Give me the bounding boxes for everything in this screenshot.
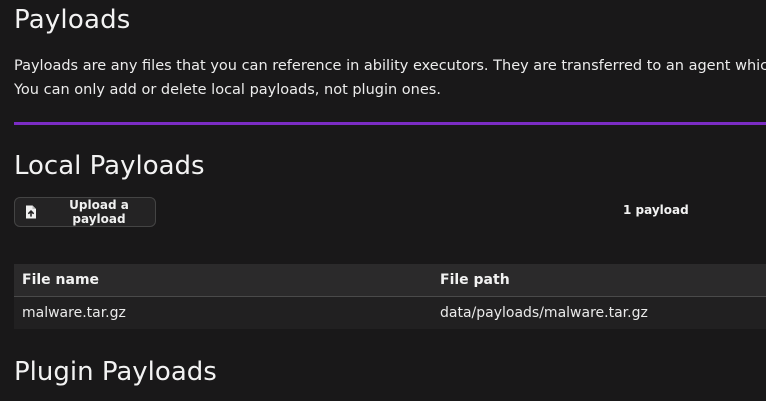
description-line-1: Payloads are any files that you can refe…	[14, 58, 766, 74]
local-payloads-table: File name File path malware.tar.gz data/…	[14, 264, 766, 329]
upload-payload-button[interactable]: Upload a payload	[14, 197, 156, 227]
file-name-cell: malware.tar.gz	[22, 305, 126, 321]
column-header-file-path: File path	[440, 272, 510, 288]
payload-count: 1 payload	[623, 203, 689, 217]
plugin-payloads-heading: Plugin Payloads	[14, 357, 217, 387]
payloads-page: Payloads Payloads are any files that you…	[0, 0, 766, 401]
local-payloads-heading: Local Payloads	[14, 151, 205, 181]
description-line-2: You can only add or delete local payload…	[14, 82, 441, 98]
section-divider	[14, 122, 766, 125]
table-header: File name File path	[14, 264, 766, 297]
upload-payload-label: Upload a payload	[69, 198, 129, 226]
column-header-file-name: File name	[22, 272, 100, 288]
table-row[interactable]: malware.tar.gz data/payloads/malware.tar…	[14, 297, 766, 329]
file-path-cell: data/payloads/malware.tar.gz	[440, 305, 648, 321]
page-description: Payloads are any files that you can refe…	[14, 54, 766, 102]
page-title: Payloads	[14, 5, 131, 35]
file-upload-icon	[25, 205, 37, 219]
